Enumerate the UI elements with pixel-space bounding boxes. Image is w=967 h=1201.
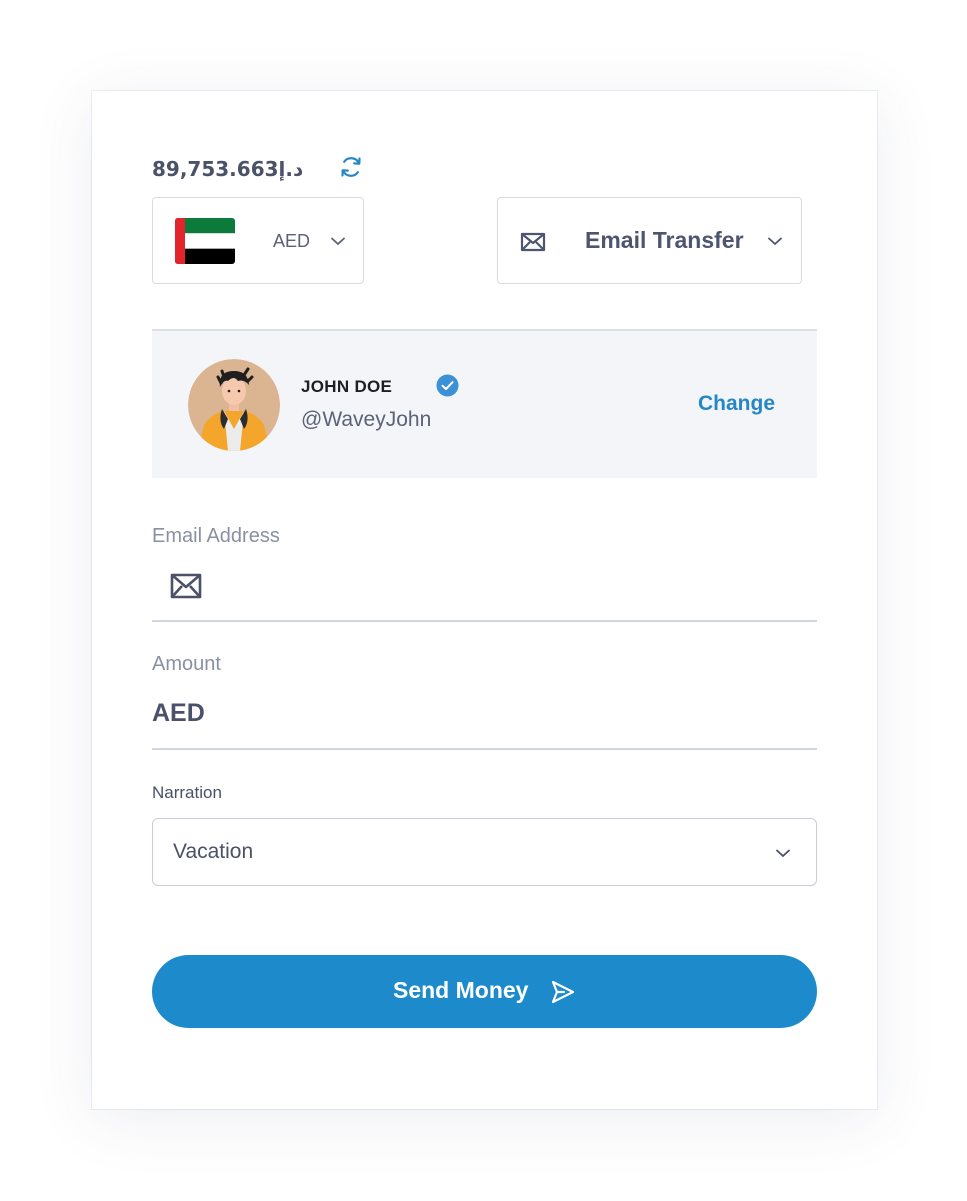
envelope-icon	[520, 231, 546, 253]
recipient-panel: JOHN DOE @WaveyJohn Change	[152, 329, 817, 478]
amount-currency-prefix: AED	[152, 699, 205, 727]
refresh-icon[interactable]	[339, 155, 363, 179]
balance-row: 89,753.663د.إ	[152, 153, 382, 185]
avatar	[188, 359, 280, 451]
email-address-label: Email Address	[152, 525, 280, 547]
change-recipient-link[interactable]: Change	[698, 392, 775, 416]
uae-flag-icon	[175, 218, 235, 264]
chevron-down-icon	[774, 844, 792, 862]
send-money-card: 89,753.663د.إ AED Email Transfer JOHN DO…	[92, 91, 877, 1109]
send-icon	[550, 979, 576, 1005]
chevron-down-icon	[329, 232, 347, 250]
email-field[interactable]	[152, 561, 817, 622]
currency-select[interactable]: AED	[152, 197, 364, 284]
currency-code: AED	[273, 231, 311, 251]
send-money-label: Send Money	[393, 977, 529, 1003]
transfer-method-select[interactable]: Email Transfer	[497, 197, 802, 284]
envelope-icon	[170, 573, 202, 599]
recipient-handle: @WaveyJohn	[301, 408, 432, 431]
narration-label: Narration	[152, 783, 222, 802]
narration-select[interactable]: Vacation	[152, 818, 817, 886]
recipient-name: JOHN DOE	[301, 377, 393, 396]
amount-label: Amount	[152, 653, 221, 675]
transfer-method-label: Email Transfer	[585, 227, 744, 253]
amount-input[interactable]: AED	[152, 690, 817, 750]
verified-badge-icon	[436, 374, 459, 397]
send-money-button[interactable]: Send Money	[152, 955, 817, 1028]
chevron-down-icon	[766, 232, 784, 250]
narration-value: Vacation	[173, 840, 254, 863]
balance-amount: 89,753.663د.إ	[152, 157, 304, 181]
